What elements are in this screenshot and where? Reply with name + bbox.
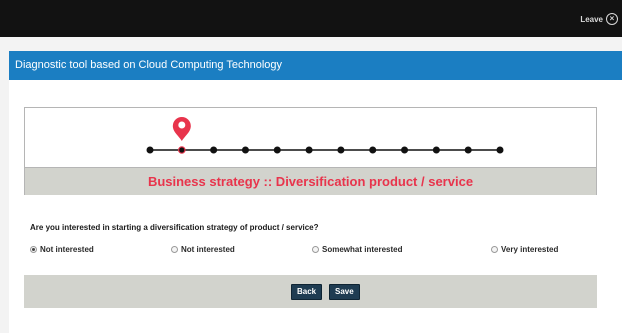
option-somewhat-interested[interactable]: Somewhat interested [312, 245, 402, 254]
progress-track [146, 117, 504, 154]
progress-step-dot [146, 146, 154, 154]
radio-button[interactable] [30, 246, 37, 253]
save-button[interactable]: Save [329, 284, 360, 300]
option-very-interested[interactable]: Very interested [491, 245, 558, 254]
progress-step-dot [337, 146, 345, 154]
panel-header: Diagnostic tool based on Cloud Computing… [9, 51, 622, 80]
back-button[interactable]: Back [291, 284, 323, 300]
option-label: Not interested [181, 245, 235, 254]
progress-step-dot [369, 146, 377, 154]
progress-tracker: Business strategy :: Diversification pro… [24, 107, 597, 195]
progress-step-dot [496, 146, 504, 154]
radio-button[interactable] [171, 246, 178, 253]
leave-button[interactable]: Leave × [580, 13, 618, 25]
option-not-interested-1[interactable]: Not interested [30, 245, 94, 254]
progress-step-dot [401, 146, 409, 154]
progress-step-dot [273, 146, 281, 154]
option-label: Not interested [40, 245, 94, 254]
map-pin-icon [172, 117, 191, 141]
progress-step-dot [432, 146, 440, 154]
question-text: Are you interested in starting a diversi… [30, 223, 319, 232]
progress-step-dot [210, 146, 218, 154]
progress-step-dot [464, 146, 472, 154]
progress-step-dot [178, 146, 186, 154]
radio-button[interactable] [491, 246, 498, 253]
option-label: Somewhat interested [322, 245, 403, 254]
panel-title: Diagnostic tool based on Cloud Computing… [15, 59, 283, 71]
step-title-band: Business strategy :: Diversification pro… [25, 167, 596, 195]
progress-step-dot [305, 146, 313, 154]
radio-button[interactable] [312, 246, 319, 253]
option-label: Very interested [501, 245, 559, 254]
top-bar: Leave × [0, 0, 622, 37]
close-circle-icon: × [606, 13, 618, 25]
option-not-interested-2[interactable]: Not interested [171, 245, 235, 254]
action-bar: Back Save [24, 275, 597, 308]
leave-label: Leave [580, 14, 603, 24]
step-title: Business strategy :: Diversification pro… [147, 174, 474, 189]
progress-step-dot [241, 146, 249, 154]
